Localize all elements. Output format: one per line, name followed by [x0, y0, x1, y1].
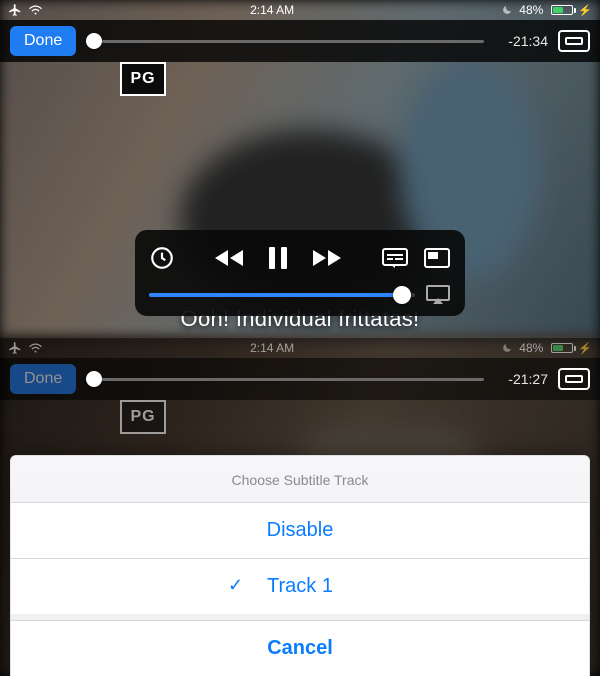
- picture-in-picture-button[interactable]: [423, 247, 451, 269]
- video-top-bar: Done -21:34: [0, 20, 600, 62]
- video-top-bar: Done -21:27: [0, 358, 600, 400]
- volume-slider[interactable]: [149, 293, 415, 297]
- subtitle-option-track-1[interactable]: ✓ Track 1: [11, 558, 589, 614]
- scrubber-thumb[interactable]: [86, 33, 102, 49]
- do-not-disturb-icon: [501, 4, 513, 16]
- action-sheet-group: Choose Subtitle Track Disable ✓ Track 1 …: [10, 455, 590, 676]
- rating-badge: PG: [120, 62, 166, 96]
- do-not-disturb-icon: [501, 342, 513, 354]
- airplay-button[interactable]: [425, 284, 451, 306]
- subtitle-option-label: Track 1: [267, 575, 333, 597]
- cancel-button[interactable]: Cancel: [11, 620, 589, 676]
- airplane-mode-icon: [8, 3, 22, 17]
- rating-badge: PG: [120, 400, 166, 434]
- status-bar: 2:14 AM 48% ⚡: [0, 338, 600, 358]
- wifi-icon: [28, 342, 43, 354]
- subtitle-action-sheet: Choose Subtitle Track Disable ✓ Track 1 …: [10, 455, 590, 676]
- rewind-button[interactable]: [211, 245, 247, 271]
- battery-percent: 48%: [519, 341, 543, 355]
- top-screenshot: 2:14 AM 48% ⚡ Done -21:34 PG: [0, 0, 600, 338]
- subtitle-option-disable[interactable]: Disable: [11, 502, 589, 558]
- done-button[interactable]: Done: [10, 26, 76, 56]
- pause-button[interactable]: [267, 245, 289, 271]
- time-remaining: -21:27: [494, 371, 548, 387]
- aspect-toggle-button[interactable]: [558, 368, 590, 390]
- aspect-toggle-button[interactable]: [558, 30, 590, 52]
- action-sheet-title: Choose Subtitle Track: [11, 456, 589, 502]
- subtitles-button[interactable]: [381, 247, 409, 269]
- volume-thumb[interactable]: [393, 286, 411, 304]
- battery-percent: 48%: [519, 3, 543, 17]
- done-button[interactable]: Done: [10, 364, 76, 394]
- status-time: 2:14 AM: [43, 3, 501, 17]
- battery-icon: ⚡: [549, 342, 592, 355]
- clock-icon[interactable]: [149, 245, 175, 271]
- battery-icon: ⚡: [549, 4, 592, 17]
- time-remaining: -21:34: [494, 33, 548, 49]
- scrubber[interactable]: [86, 31, 484, 51]
- playback-controls: [135, 230, 465, 316]
- status-bar: 2:14 AM 48% ⚡: [0, 0, 600, 20]
- bottom-screenshot: 2:14 AM 48% ⚡ Done -21:27 PG Choose Subt…: [0, 338, 600, 676]
- scrubber-thumb[interactable]: [86, 371, 102, 387]
- airplane-mode-icon: [8, 341, 22, 355]
- fast-forward-button[interactable]: [309, 245, 345, 271]
- check-icon: ✓: [228, 575, 243, 596]
- status-time: 2:14 AM: [43, 341, 501, 355]
- wifi-icon: [28, 4, 43, 16]
- scrubber[interactable]: [86, 369, 484, 389]
